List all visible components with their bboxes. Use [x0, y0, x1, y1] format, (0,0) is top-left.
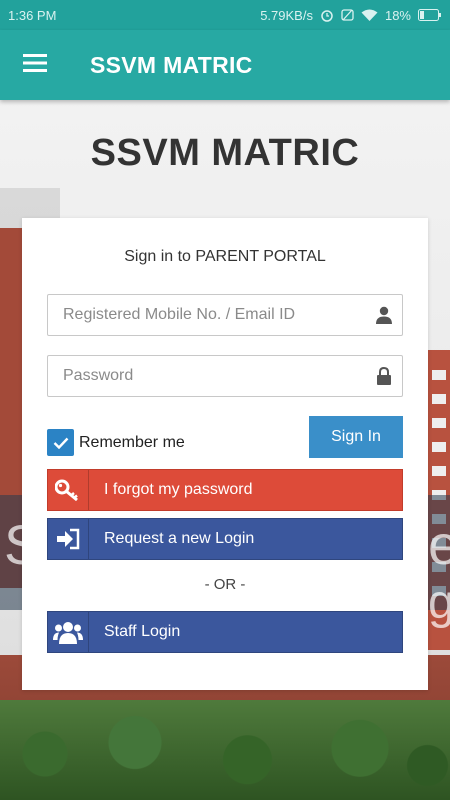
- username-input[interactable]: [48, 296, 366, 334]
- staff-login-label: Staff Login: [104, 623, 181, 640]
- app-title: SSVM MATRIC: [90, 51, 253, 78]
- request-login-label: Request a new Login: [104, 530, 255, 547]
- users-icon: [48, 612, 89, 652]
- banner-text-right: e: [428, 513, 450, 576]
- battery-icon: [418, 9, 442, 21]
- staff-login-button[interactable]: Staff Login: [47, 611, 403, 653]
- password-field[interactable]: [47, 355, 403, 397]
- sign-in-button[interactable]: Sign In: [309, 416, 403, 458]
- status-time: 1:36 PM: [8, 7, 57, 23]
- remember-checkbox[interactable]: [47, 429, 74, 456]
- status-bar: 1:36 PM 5.79KB/s 18%: [0, 0, 450, 30]
- password-input[interactable]: [48, 357, 366, 395]
- network-speed: 5.79KB/s: [260, 7, 313, 23]
- remember-me[interactable]: Remember me: [47, 429, 185, 456]
- mute-icon: [341, 8, 354, 22]
- lock-icon: [366, 367, 402, 385]
- forgot-password-button[interactable]: I forgot my password: [47, 469, 403, 511]
- wifi-icon: [361, 9, 378, 22]
- request-login-button[interactable]: Request a new Login: [47, 518, 403, 560]
- forgot-password-label: I forgot my password: [104, 481, 253, 498]
- login-card: Sign in to PARENT PORTAL Remember me Sig…: [22, 218, 428, 690]
- school-name-heading: SSVM MATRIC: [90, 132, 360, 174]
- menu-button[interactable]: [0, 30, 70, 100]
- status-indicators: 5.79KB/s 18%: [260, 8, 442, 23]
- alarm-icon: [320, 8, 334, 22]
- hamburger-icon: [23, 53, 47, 77]
- or-divider: - OR -: [204, 576, 246, 593]
- user-icon: [366, 306, 402, 324]
- app-bar: SSVM MATRIC: [0, 30, 450, 100]
- sign-in-icon: [48, 519, 89, 559]
- banner-text-right-lower: g: [428, 576, 450, 629]
- username-field[interactable]: [47, 294, 403, 336]
- login-title: Sign in to PARENT PORTAL: [124, 248, 326, 265]
- key-icon: [48, 470, 89, 510]
- battery-percent: 18%: [384, 7, 411, 23]
- remember-label: Remember me: [79, 433, 185, 451]
